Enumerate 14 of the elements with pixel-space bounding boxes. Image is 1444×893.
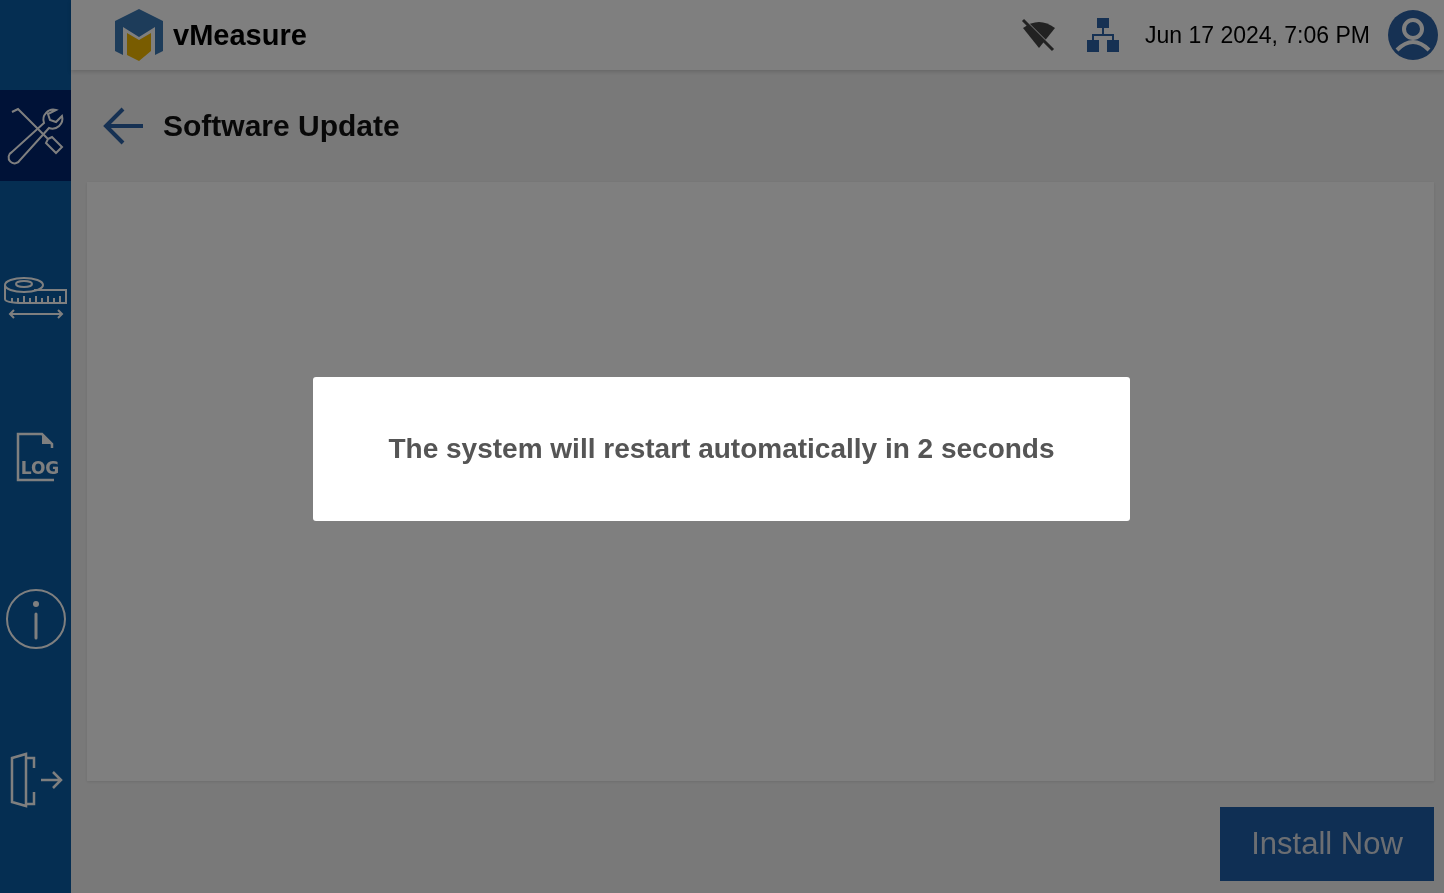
date-time: Jun 17 2024, 7:06 PM	[1144, 21, 1370, 49]
dialog-message: The system will restart automatically in 2 seconds	[388, 433, 1055, 465]
tape-measure-icon	[3, 274, 68, 319]
app-name: vMeasure	[173, 18, 308, 52]
tools-icon	[5, 105, 66, 166]
info-icon	[4, 587, 67, 650]
sidebar-item[interactable]	[0, 90, 71, 181]
user-avatar-icon[interactable]	[1388, 10, 1438, 60]
page-title: Software Update	[163, 109, 400, 143]
sidebar-item[interactable]: LOG	[0, 412, 71, 503]
cube-logo-icon	[113, 7, 165, 63]
install-now-button[interactable]: Install Now	[1220, 807, 1434, 881]
network-icon[interactable]	[1086, 18, 1119, 52]
back-arrow-icon[interactable]	[103, 106, 145, 146]
